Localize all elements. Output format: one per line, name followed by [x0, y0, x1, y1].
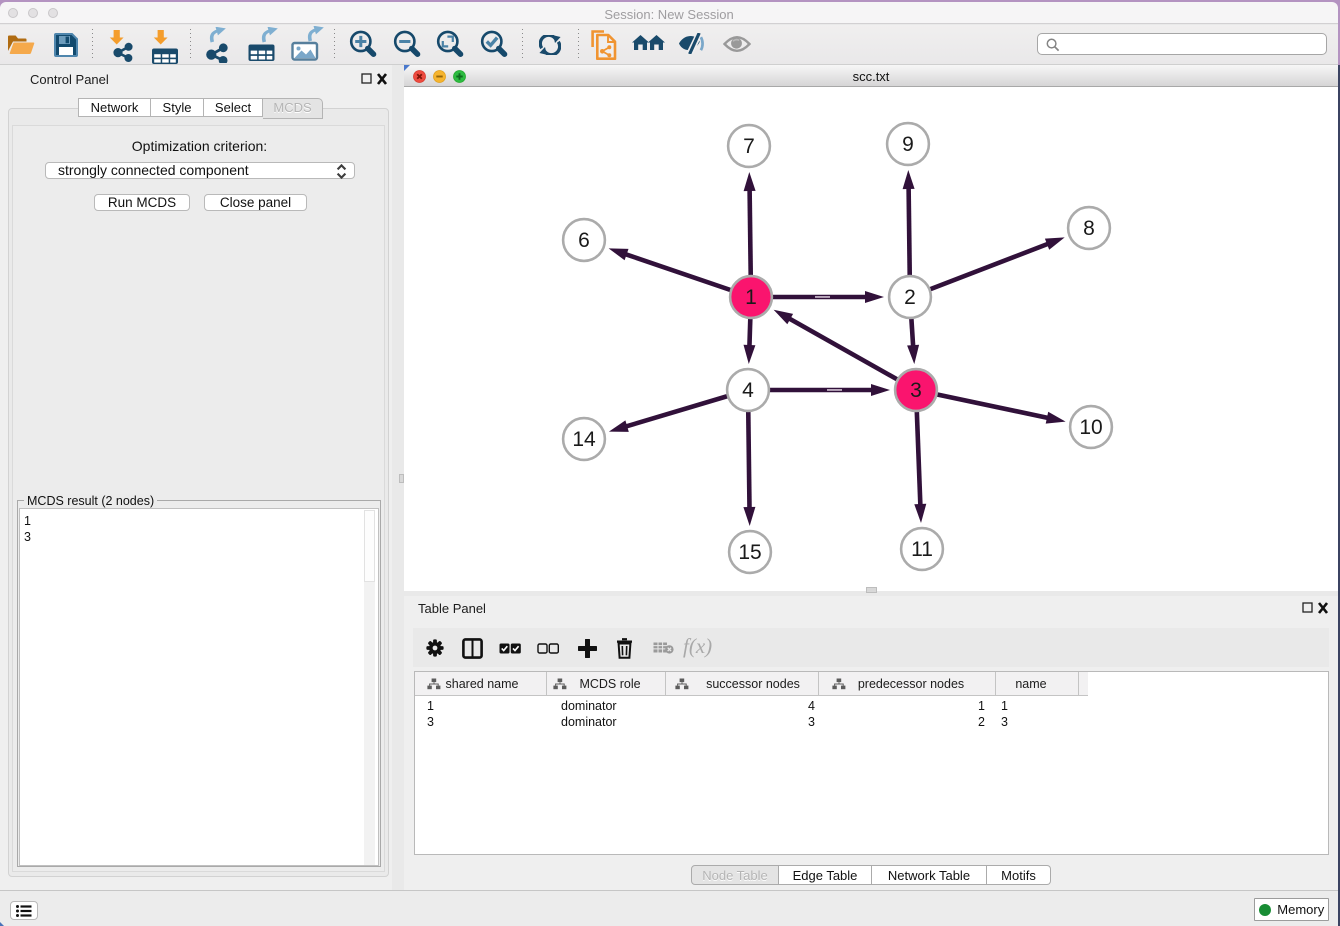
svg-text:4: 4	[742, 379, 754, 402]
svg-text:10: 10	[1079, 416, 1102, 439]
svg-text:14: 14	[572, 428, 596, 451]
svg-text:15: 15	[738, 541, 761, 564]
svg-text:1: 1	[745, 286, 757, 309]
svg-text:3: 3	[910, 379, 922, 402]
svg-text:2: 2	[904, 286, 916, 309]
svg-text:11: 11	[911, 538, 933, 561]
svg-text:7: 7	[743, 135, 755, 158]
svg-text:8: 8	[1083, 217, 1095, 240]
svg-text:9: 9	[902, 133, 914, 156]
svg-text:6: 6	[578, 229, 590, 252]
